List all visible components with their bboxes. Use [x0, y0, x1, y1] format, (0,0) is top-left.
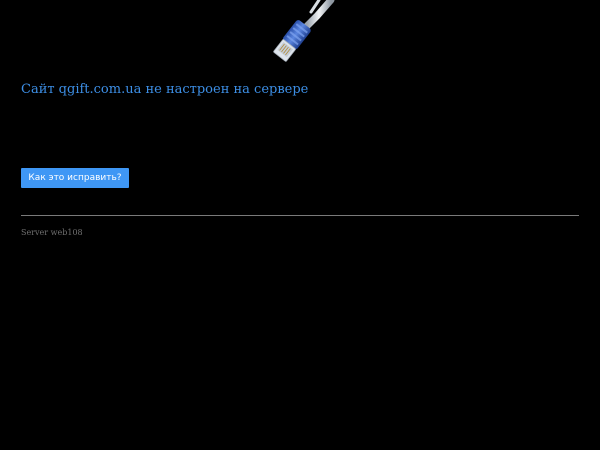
network-cable-icon: [273, 0, 335, 62]
page-title: Сайт qgift.com.ua не настроен на сервере: [21, 82, 309, 97]
server-label: Server web108: [21, 228, 83, 237]
divider: [21, 215, 579, 216]
how-to-fix-button[interactable]: Как это исправить?: [21, 168, 129, 188]
page: Сайт qgift.com.ua не настроен на сервере…: [0, 0, 600, 450]
